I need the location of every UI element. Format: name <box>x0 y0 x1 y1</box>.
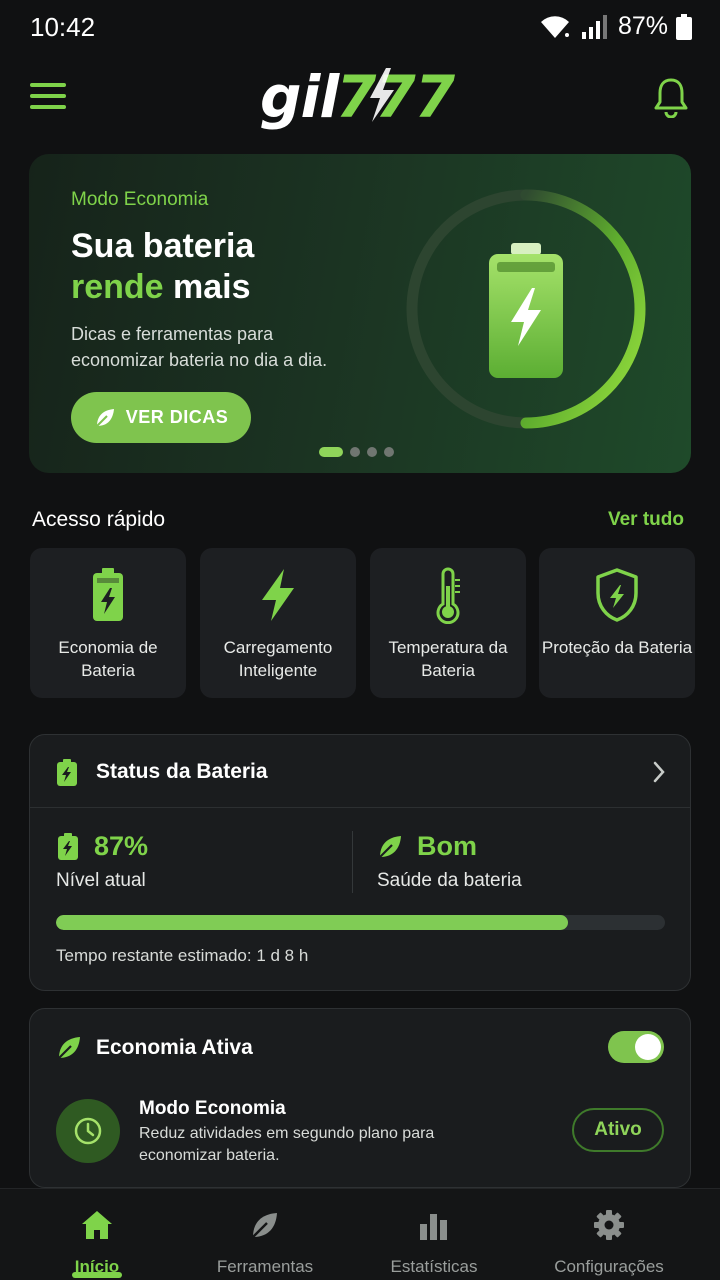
economy-toggle[interactable] <box>608 1031 664 1063</box>
battery-icon <box>57 759 77 786</box>
battery-level-label: Nível atual <box>56 870 146 891</box>
gear-icon <box>594 1210 624 1240</box>
battery-status-card[interactable]: Status da Bateria 87% Nível atual Bom Sa… <box>29 734 691 991</box>
see-tips-label: VER DICAS <box>125 407 229 427</box>
quick-access-label: Proteção da Bateria <box>541 638 693 657</box>
economy-mode-description: Reduz atividades em segundo plano para e… <box>139 1125 435 1164</box>
battery-level-value: 87% <box>94 831 149 861</box>
battery-progress-bar <box>56 915 665 930</box>
vertical-divider <box>352 831 353 893</box>
bottom-navigation: Início Ferramentas Estatísticas Configur… <box>0 1188 720 1280</box>
quick-access-label: Carregamento Inteligente <box>223 638 333 680</box>
thermometer-icon <box>436 567 460 624</box>
carousel-dot[interactable] <box>350 447 360 457</box>
remaining-time: Tempo restante estimado: 1 d 8 h <box>56 946 309 965</box>
quick-access-temperature[interactable]: Temperatura da Bateria <box>370 548 526 698</box>
status-time: 10:42 <box>30 12 96 42</box>
battery-percent: 87% <box>617 12 668 40</box>
divider <box>30 807 690 808</box>
economy-mode-title: Modo Economia <box>139 1098 286 1119</box>
nav-home[interactable]: Início <box>12 1207 182 1277</box>
notification-bell-icon[interactable] <box>652 76 690 118</box>
menu-icon[interactable] <box>28 80 68 112</box>
chevron-right-icon[interactable] <box>652 760 666 784</box>
shield-bolt-icon <box>596 568 638 622</box>
hero-banner: Modo Economia Sua bateria rende mais Dic… <box>29 154 691 473</box>
battery-level-metric: 87% Nível atual <box>56 831 148 892</box>
battery-health-label: Saúde da bateria <box>377 870 522 891</box>
battery-charging-icon <box>93 568 123 621</box>
see-all-link[interactable]: Ver tudo <box>608 509 684 531</box>
lightning-bolt-icon <box>262 569 294 621</box>
leaf-icon <box>96 408 114 427</box>
carousel-dot[interactable] <box>367 447 377 457</box>
svg-text:777: 777 <box>336 63 456 130</box>
wifi-icon <box>540 15 569 38</box>
see-tips-button[interactable]: VER DICAS <box>71 392 251 443</box>
clock-badge <box>56 1099 120 1163</box>
quick-access-label: Economia de Bateria <box>58 638 158 680</box>
active-status-button[interactable]: Ativo <box>572 1108 664 1152</box>
clock-icon <box>74 1117 102 1145</box>
svg-text:gil: gil <box>260 63 340 130</box>
toggle-knob <box>635 1034 661 1060</box>
nav-tools[interactable]: Ferramentas <box>180 1207 350 1277</box>
carousel-dot[interactable] <box>384 447 394 457</box>
leaf-icon <box>252 1213 277 1238</box>
active-tab-indicator <box>72 1272 122 1278</box>
hero-title: Sua bateria rende mais <box>71 226 254 308</box>
bar-chart-icon <box>420 1214 447 1240</box>
battery-status-title: Status da Bateria <box>96 760 268 783</box>
hero-kicker: Modo Economia <box>71 189 209 210</box>
battery-health-metric: Bom Saúde da bateria <box>377 831 522 892</box>
leaf-icon <box>379 835 401 858</box>
carousel-dot[interactable] <box>319 447 343 457</box>
battery-level-icon <box>58 832 78 860</box>
leaf-icon <box>58 1037 80 1059</box>
hero-title-accent: rende <box>71 268 164 306</box>
battery-icon <box>676 13 692 40</box>
active-economy-title: Economia Ativa <box>96 1036 253 1059</box>
nav-label: Configurações <box>554 1257 664 1276</box>
active-economy-card: Economia Ativa Modo Economia Reduz ativi… <box>29 1008 691 1188</box>
quick-access-label: Temperatura da Bateria <box>388 638 508 680</box>
battery-progress-fill <box>56 915 568 930</box>
quick-access-protection[interactable]: Proteção da Bateria <box>539 548 695 698</box>
hero-title-line1: Sua bateria <box>71 227 255 265</box>
home-icon <box>82 1211 112 1239</box>
hero-title-rest: mais <box>163 268 251 306</box>
quick-access-title: Acesso rápido <box>32 508 166 531</box>
nav-label: Estatísticas <box>390 1257 478 1276</box>
nav-settings[interactable]: Configurações <box>524 1207 694 1277</box>
nav-label: Ferramentas <box>216 1257 314 1276</box>
nav-statistics[interactable]: Estatísticas <box>349 1207 519 1277</box>
app-logo: gil 777 <box>258 60 458 131</box>
quick-access-battery-saver[interactable]: Economia de Bateria <box>30 548 186 698</box>
hero-description: Dicas e ferramentas para economizar bate… <box>71 324 328 370</box>
signal-icon <box>581 14 607 39</box>
status-icons: 87% <box>538 12 692 41</box>
battery-health-value: Bom <box>417 831 477 861</box>
battery-ring-illustration <box>406 189 646 429</box>
carousel-indicator[interactable] <box>319 447 394 457</box>
quick-access-smart-charging[interactable]: Carregamento Inteligente <box>200 548 356 698</box>
